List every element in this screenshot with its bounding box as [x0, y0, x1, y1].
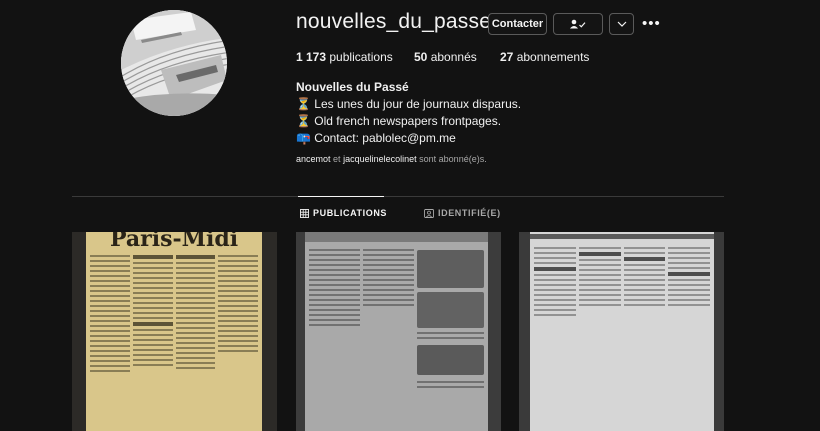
profile-bio: Nouvelles du Passé ⏳ Les unes du jour de… [296, 79, 521, 147]
more-options-icon[interactable]: ••• [642, 15, 661, 32]
posts-count: 1 173 [296, 50, 327, 64]
bio-line-2: ⏳ Old french newspapers frontpages. [296, 114, 502, 128]
followers-stat[interactable]: 50 abonnés [414, 50, 477, 64]
newspaper-image [530, 232, 714, 431]
post-thumbnail-3[interactable] [519, 232, 724, 431]
following-stat[interactable]: 27 abonnements [500, 50, 589, 64]
tab-publications[interactable]: PUBLICATIONS [300, 208, 387, 218]
contact-button[interactable]: Contacter [488, 13, 547, 35]
chevron-down-icon [617, 21, 626, 27]
posts-stat: 1 173 publications [296, 50, 393, 64]
profile-avatar[interactable] [121, 10, 227, 116]
post-thumbnail-2[interactable] [296, 232, 501, 431]
newspaper-image [305, 232, 488, 431]
following-count: 27 [500, 50, 514, 64]
tagged-icon [424, 208, 434, 218]
profile-divider [72, 196, 724, 197]
bio-line-1: ⏳ Les unes du jour de journaux disparus. [296, 97, 522, 111]
newspaper-image: Paris-Midi [86, 232, 262, 431]
masthead-text: Paris-Midi [109, 232, 239, 252]
newspaper-stack-image [121, 10, 227, 116]
followed-by-suffix: sont abonné(e)s. [419, 154, 487, 164]
user-check-icon [570, 19, 586, 29]
tab-publications-label: PUBLICATIONS [313, 208, 388, 218]
profile-username: nouvelles_du_passe [296, 10, 492, 33]
posts-label: publications [329, 50, 393, 64]
active-tab-indicator [298, 196, 384, 197]
post-thumbnail-1[interactable]: Paris-Midi [72, 232, 277, 431]
followed-by-and: et [333, 154, 341, 164]
grid-icon [300, 208, 309, 218]
following-status-button[interactable] [553, 13, 603, 35]
bio-line-3: 📪 Contact: pablolec@pm.me [296, 131, 456, 145]
follower-link-2[interactable]: jacquelinelecolinet [343, 154, 417, 164]
followers-label: abonnés [430, 50, 477, 64]
tab-tagged-label: IDENTIFIÉ(E) [438, 208, 501, 218]
followers-count: 50 [414, 50, 428, 64]
follower-link-1[interactable]: ancemot [296, 154, 331, 164]
profile-display-name: Nouvelles du Passé [296, 80, 409, 94]
followed-by: ancemot et jacquelinelecolinet sont abon… [296, 154, 487, 164]
tab-tagged[interactable]: IDENTIFIÉ(E) [424, 208, 501, 218]
following-label: abonnements [516, 50, 590, 64]
suggested-accounts-button[interactable] [609, 13, 634, 35]
